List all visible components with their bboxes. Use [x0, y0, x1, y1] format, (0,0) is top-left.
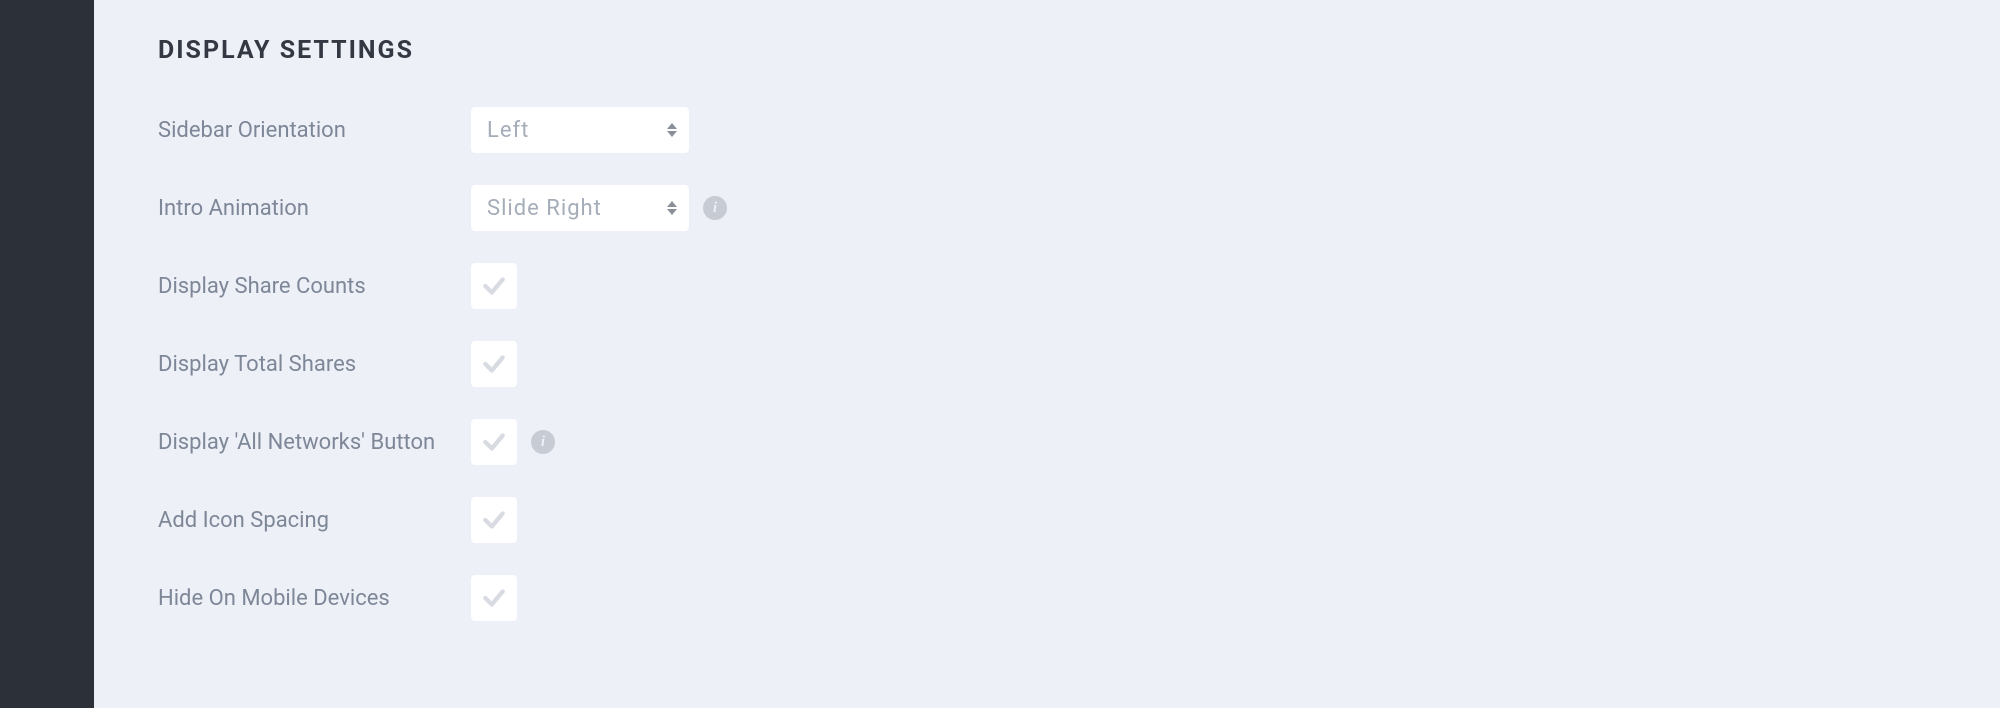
label-display-all-networks: Display 'All Networks' Button — [158, 430, 471, 455]
check-icon — [481, 507, 507, 533]
check-icon — [481, 273, 507, 299]
row-sidebar-orientation: Sidebar Orientation Left — [158, 107, 2000, 153]
label-sidebar-orientation: Sidebar Orientation — [158, 118, 471, 143]
select-value: Left — [487, 118, 529, 143]
checkbox-hide-on-mobile[interactable] — [471, 575, 517, 621]
settings-panel: DISPLAY SETTINGS Sidebar Orientation Lef… — [94, 0, 2000, 708]
checkbox-add-icon-spacing[interactable] — [471, 497, 517, 543]
row-intro-animation: Intro Animation Slide Right i — [158, 185, 2000, 231]
label-intro-animation: Intro Animation — [158, 196, 471, 221]
check-icon — [481, 351, 507, 377]
row-display-all-networks: Display 'All Networks' Button i — [158, 419, 2000, 465]
info-icon[interactable]: i — [703, 196, 727, 220]
sidebar-strip — [0, 0, 94, 708]
label-hide-on-mobile: Hide On Mobile Devices — [158, 586, 471, 611]
check-icon — [481, 429, 507, 455]
row-display-total-shares: Display Total Shares — [158, 341, 2000, 387]
section-title: DISPLAY SETTINGS — [158, 36, 2000, 65]
info-icon[interactable]: i — [531, 430, 555, 454]
checkbox-display-all-networks[interactable] — [471, 419, 517, 465]
select-sidebar-orientation[interactable]: Left — [471, 107, 689, 153]
check-icon — [481, 585, 507, 611]
select-value: Slide Right — [487, 196, 602, 221]
label-add-icon-spacing: Add Icon Spacing — [158, 508, 471, 533]
chevron-updown-icon — [667, 201, 677, 215]
checkbox-display-share-counts[interactable] — [471, 263, 517, 309]
label-display-total-shares: Display Total Shares — [158, 352, 471, 377]
row-display-share-counts: Display Share Counts — [158, 263, 2000, 309]
row-hide-on-mobile: Hide On Mobile Devices — [158, 575, 2000, 621]
label-display-share-counts: Display Share Counts — [158, 274, 471, 299]
chevron-updown-icon — [667, 123, 677, 137]
select-intro-animation[interactable]: Slide Right — [471, 185, 689, 231]
checkbox-display-total-shares[interactable] — [471, 341, 517, 387]
row-add-icon-spacing: Add Icon Spacing — [158, 497, 2000, 543]
